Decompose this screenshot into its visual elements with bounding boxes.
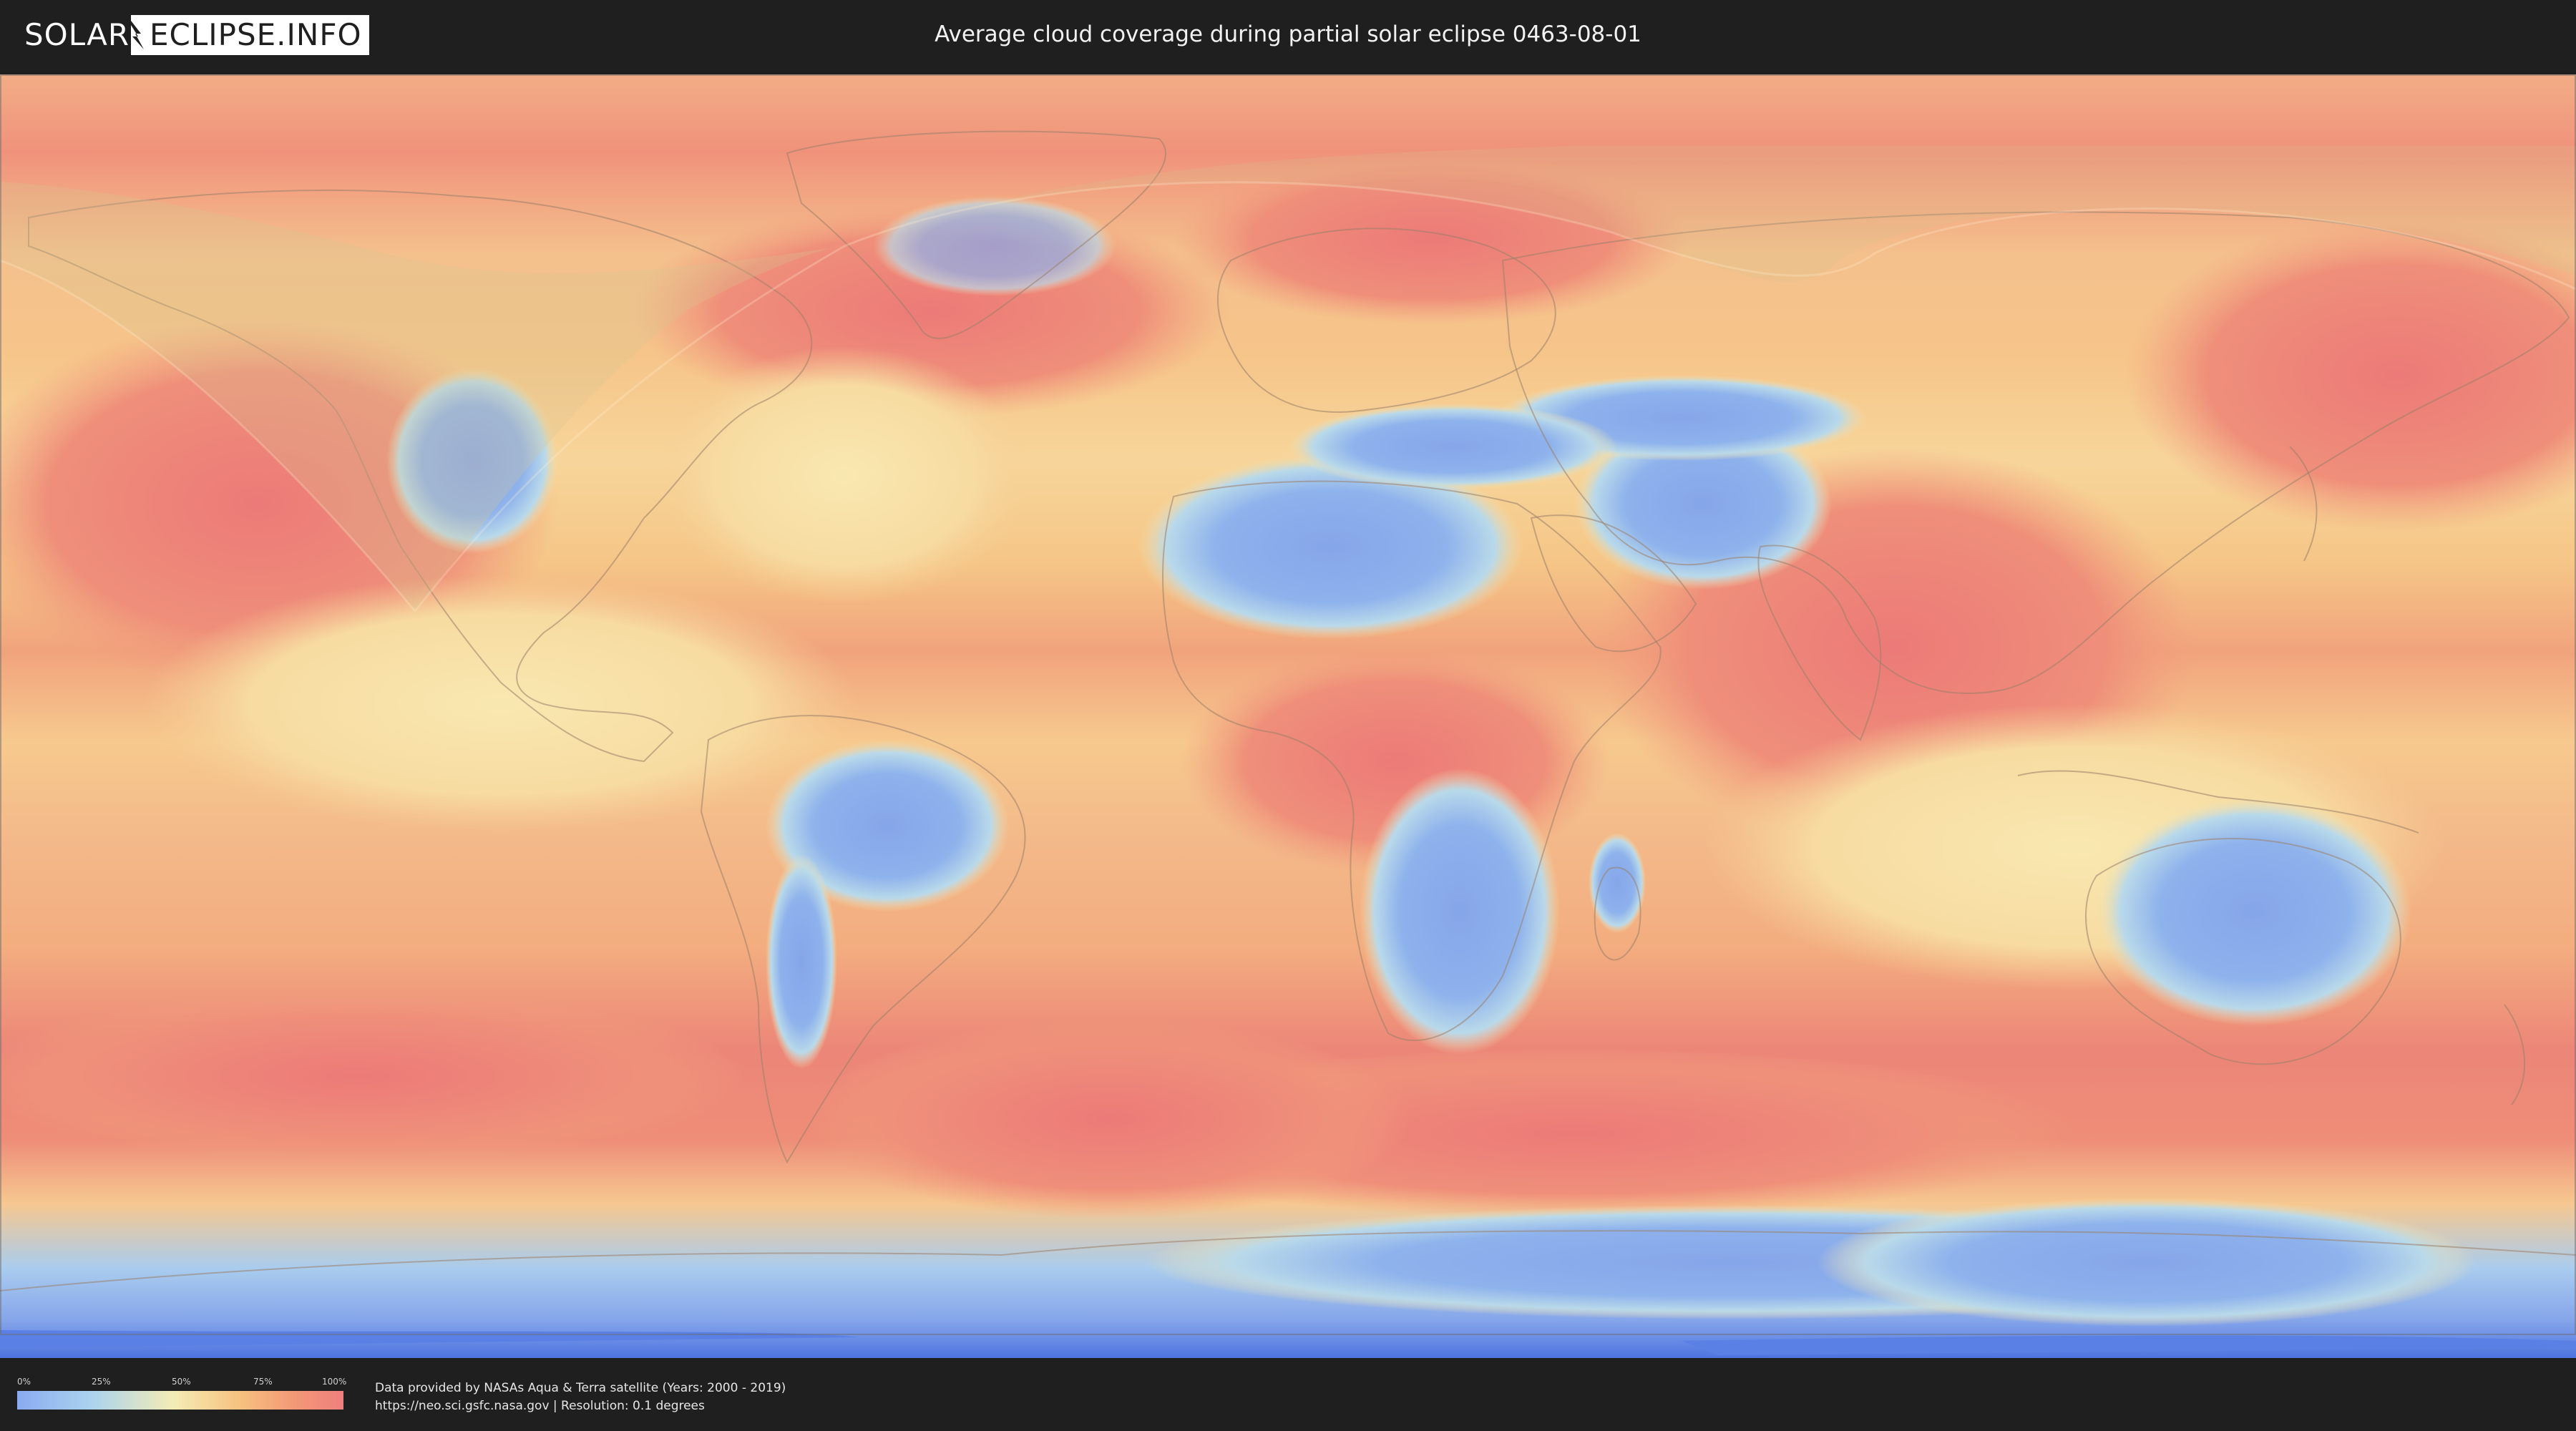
page: SOLAR ECLIPSE.INFO Average cloud coverag…: [0, 0, 2576, 1431]
data-source-text: Data provided by NASAs Aqua & Terra sate…: [375, 1379, 786, 1415]
legend-tick-75: 75%: [253, 1377, 273, 1387]
footer-bar: 0% 25% 50% 75% 100% Data provided by NAS…: [0, 1358, 2576, 1431]
world-map: [0, 74, 2576, 1358]
legend-ticks: 0% 25% 50% 75% 100%: [17, 1377, 347, 1388]
data-source-line: Data provided by NASAs Aqua & Terra sate…: [375, 1381, 786, 1395]
legend-tick-25: 25%: [92, 1377, 111, 1387]
legend-tick-50: 50%: [172, 1377, 191, 1387]
cloud-coverage-legend: 0% 25% 50% 75% 100%: [17, 1377, 347, 1427]
page-title: Average cloud coverage during partial so…: [935, 21, 1641, 47]
legend-color-bar: [17, 1391, 343, 1410]
header-bar: SOLAR ECLIPSE.INFO Average cloud coverag…: [0, 0, 2576, 72]
legend-tick-100: 100%: [322, 1377, 347, 1387]
legend-tick-0: 0%: [17, 1377, 31, 1387]
data-info-line[interactable]: https://neo.sci.gsfc.nasa.gov | Resoluti…: [375, 1397, 786, 1415]
cloud-coverage-map[interactable]: [0, 74, 2576, 1358]
